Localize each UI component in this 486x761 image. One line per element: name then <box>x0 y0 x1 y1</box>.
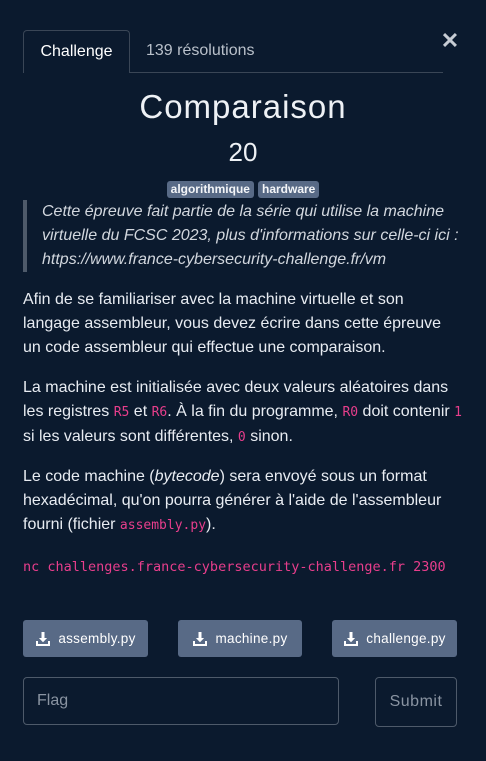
tab-challenge[interactable]: Challenge <box>23 30 130 73</box>
download-machine-button[interactable]: machine.py <box>178 620 302 657</box>
download-icon <box>344 631 359 646</box>
register-code: R5 <box>113 405 130 420</box>
register-code: R0 <box>342 405 359 420</box>
download-icon <box>36 631 51 646</box>
text-span: doit contenir <box>358 403 455 420</box>
description-paragraph: Le code machine (bytecode) sera envoyé s… <box>23 465 463 538</box>
download-label: assembly.py <box>58 631 136 646</box>
tab-bar: Challenge 139 résolutions <box>23 30 443 73</box>
emphasis-text: bytecode <box>154 468 220 485</box>
description-paragraph: La machine est initialisée avec deux val… <box>23 376 463 450</box>
filename-code: assembly.py <box>119 518 207 533</box>
register-code: R6 <box>151 405 168 420</box>
tab-resolutions[interactable]: 139 résolutions <box>146 30 255 71</box>
value-code: 0 <box>237 430 246 445</box>
download-assembly-button[interactable]: assembly.py <box>23 620 148 657</box>
challenge-points: 20 <box>228 137 258 167</box>
netcat-command: nc challenges.france-cybersecurity-chall… <box>23 559 446 575</box>
tag-badge: hardware <box>257 181 320 198</box>
text-span: Le code machine ( <box>23 468 155 485</box>
download-label: challenge.py <box>366 631 446 646</box>
text-span: sinon. <box>245 428 293 445</box>
close-icon[interactable]: ✕ <box>440 30 460 52</box>
tag-badge: algorithmique <box>166 181 254 198</box>
description-paragraph: Afin de se familiariser avec la machine … <box>23 291 442 356</box>
download-label: machine.py <box>215 631 288 646</box>
text-span: et <box>129 403 152 420</box>
text-span: si les valeurs sont différentes, <box>23 428 238 445</box>
info-blockquote: Cette épreuve fait partie de la série qu… <box>23 200 472 272</box>
download-challenge-button[interactable]: challenge.py <box>332 620 457 657</box>
flag-input[interactable] <box>23 677 339 725</box>
tag-list: algorithmique hardware <box>0 181 486 198</box>
text-span: ). <box>206 516 216 533</box>
value-code: 1 <box>454 405 462 420</box>
challenge-title: Comparaison <box>139 88 347 125</box>
submit-button[interactable]: Submit <box>375 677 457 727</box>
download-icon <box>193 631 208 646</box>
text-span: . À la fin du programme, <box>167 403 343 420</box>
